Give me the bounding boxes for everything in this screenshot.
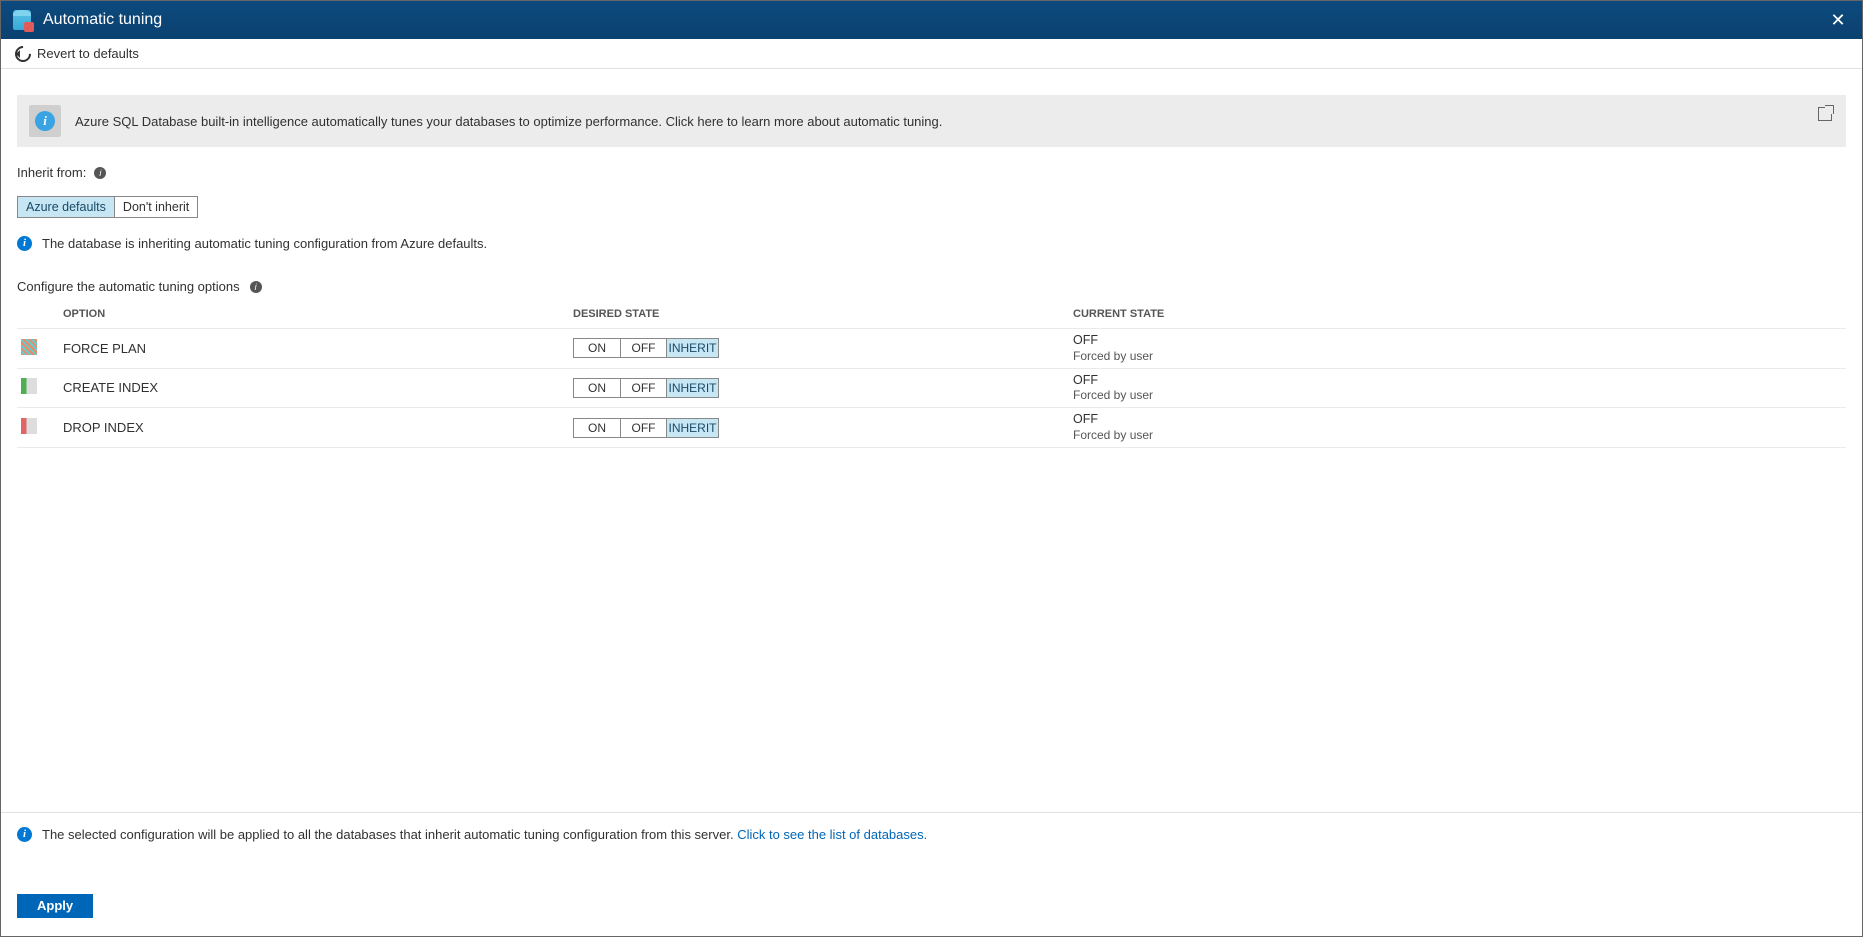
info-icon-box: i [29, 105, 61, 137]
desired-inherit[interactable]: INHERIT [666, 379, 718, 397]
drop-index-icon [17, 418, 63, 437]
command-bar: Revert to defaults [1, 39, 1862, 69]
desired-state-toggle: ON OFF INHERIT [573, 338, 719, 358]
inherit-from-label-row: Inherit from: i [17, 165, 1846, 180]
apply-button[interactable]: Apply [17, 894, 93, 918]
option-name: CREATE INDEX [63, 380, 573, 395]
info-icon: i [17, 236, 32, 251]
database-icon [13, 10, 31, 30]
info-icon: i [35, 111, 55, 131]
desired-on[interactable]: ON [574, 419, 620, 437]
column-option: OPTION [63, 308, 573, 320]
info-icon: i [17, 827, 32, 842]
inherit-note-text: The database is inheriting automatic tun… [42, 236, 487, 251]
content-area: i Azure SQL Database built-in intelligen… [1, 69, 1862, 812]
options-table-header: OPTION DESIRED STATE CURRENT STATE [17, 300, 1846, 329]
desired-off[interactable]: OFF [620, 379, 666, 397]
close-icon[interactable]: ✕ [1824, 10, 1852, 31]
table-row: CREATE INDEX ON OFF INHERIT OFF Forced b… [17, 369, 1846, 409]
current-state: OFF Forced by user [1073, 333, 1846, 364]
current-state-sub: Forced by user [1073, 428, 1846, 443]
configure-options-label: Configure the automatic tuning options [17, 279, 240, 294]
help-icon[interactable]: i [94, 167, 106, 179]
table-row: DROP INDEX ON OFF INHERIT OFF Forced by … [17, 408, 1846, 448]
blade-header: Automatic tuning ✕ [1, 1, 1862, 39]
inherit-from-toggle: Azure defaults Don't inherit [17, 196, 198, 218]
current-state-value: OFF [1073, 412, 1846, 428]
force-plan-icon [17, 339, 63, 358]
help-icon[interactable]: i [250, 281, 262, 293]
inherit-from-label: Inherit from: [17, 165, 86, 180]
inherit-note-row: i The database is inheriting automatic t… [17, 236, 1846, 251]
column-current: CURRENT STATE [1073, 308, 1846, 320]
footer: i The selected configuration will be app… [1, 813, 1862, 936]
create-index-icon [17, 378, 63, 397]
desired-off[interactable]: OFF [620, 419, 666, 437]
info-banner-text: Azure SQL Database built-in intelligence… [75, 114, 942, 129]
desired-on[interactable]: ON [574, 339, 620, 357]
current-state-sub: Forced by user [1073, 349, 1846, 364]
column-desired: DESIRED STATE [573, 308, 1073, 320]
current-state-value: OFF [1073, 333, 1846, 349]
inherit-option-azure-defaults[interactable]: Azure defaults [18, 197, 114, 217]
footer-databases-link[interactable]: Click to see the list of databases. [737, 827, 927, 842]
inherit-option-dont-inherit[interactable]: Don't inherit [114, 197, 197, 217]
current-state-value: OFF [1073, 373, 1846, 389]
footer-note-text: The selected configuration will be appli… [42, 827, 737, 842]
undo-icon [12, 42, 35, 65]
current-state-sub: Forced by user [1073, 388, 1846, 403]
current-state: OFF Forced by user [1073, 412, 1846, 443]
desired-on[interactable]: ON [574, 379, 620, 397]
desired-off[interactable]: OFF [620, 339, 666, 357]
external-link-icon[interactable] [1818, 107, 1832, 121]
options-table: OPTION DESIRED STATE CURRENT STATE FORCE… [17, 300, 1846, 448]
info-banner[interactable]: i Azure SQL Database built-in intelligen… [17, 95, 1846, 147]
revert-to-defaults-button[interactable]: Revert to defaults [37, 46, 139, 61]
table-row: FORCE PLAN ON OFF INHERIT OFF Forced by … [17, 329, 1846, 369]
footer-note-row: i The selected configuration will be app… [17, 827, 1846, 842]
desired-state-toggle: ON OFF INHERIT [573, 418, 719, 438]
desired-inherit[interactable]: INHERIT [666, 339, 718, 357]
configure-label-row: Configure the automatic tuning options i [17, 279, 1846, 294]
desired-state-toggle: ON OFF INHERIT [573, 378, 719, 398]
blade-title: Automatic tuning [43, 11, 162, 29]
option-name: FORCE PLAN [63, 341, 573, 356]
current-state: OFF Forced by user [1073, 373, 1846, 404]
desired-inherit[interactable]: INHERIT [666, 419, 718, 437]
option-name: DROP INDEX [63, 420, 573, 435]
